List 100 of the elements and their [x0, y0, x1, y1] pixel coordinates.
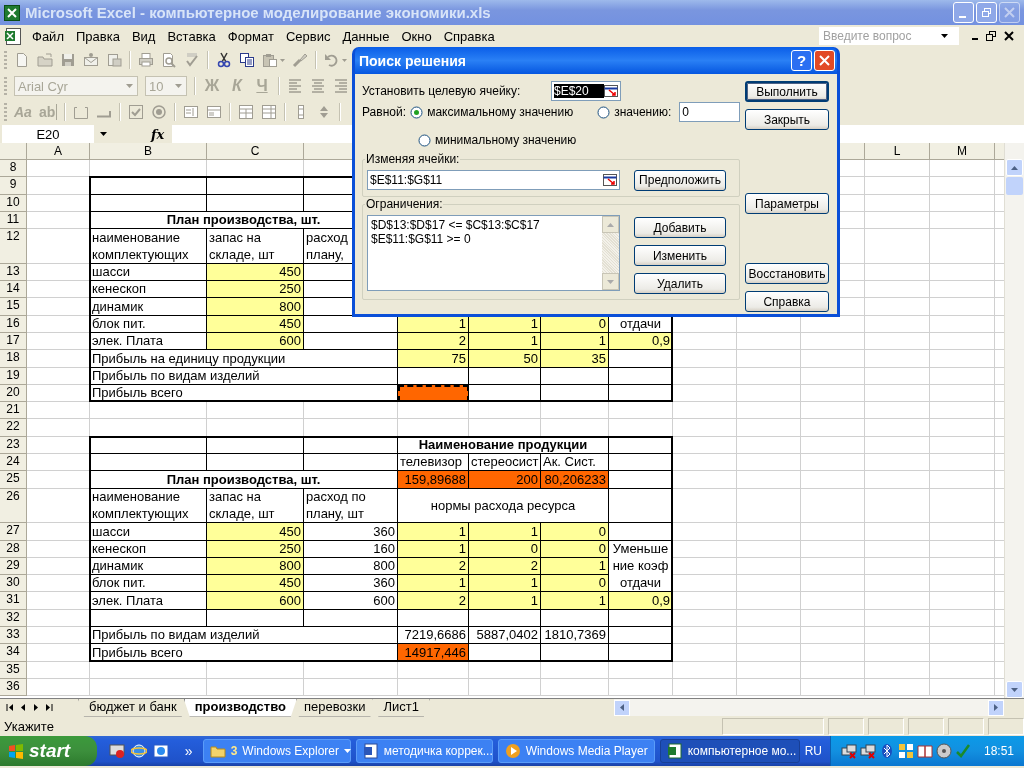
row-header[interactable]: 21 — [0, 402, 27, 420]
scroll-down-icon[interactable] — [607, 279, 614, 284]
row-header[interactable]: 12 — [0, 229, 27, 264]
folder-icon[interactable] — [37, 52, 53, 68]
toolbar-grip[interactable] — [4, 77, 7, 95]
row-header[interactable]: 8 — [0, 160, 27, 178]
column-header[interactable]: A — [27, 143, 90, 160]
row-header[interactable]: 26 — [0, 488, 27, 524]
previous-sheet-icon[interactable] — [19, 704, 27, 711]
target-cell-field[interactable]: $E$20 — [551, 81, 621, 101]
next-sheet-icon[interactable] — [32, 704, 40, 711]
scissors-icon[interactable] — [216, 52, 232, 68]
radio-option[interactable]: максимальному значению — [410, 105, 574, 119]
dialog-button[interactable]: Выполнить — [745, 81, 829, 102]
row-header[interactable]: 27 — [0, 523, 27, 541]
start-button[interactable]: start — [0, 736, 97, 766]
align-left-icon[interactable] — [287, 78, 303, 94]
printer-icon[interactable] — [138, 52, 154, 68]
monitor-icon[interactable] — [108, 743, 125, 759]
align-center-icon[interactable] — [310, 78, 326, 94]
close-icon[interactable] — [1004, 31, 1014, 41]
sheet-tab[interactable]: производство — [183, 698, 297, 717]
column-header[interactable]: C — [207, 143, 304, 160]
combo-box-icon[interactable] — [206, 104, 223, 120]
help-button[interactable]: ? — [791, 50, 812, 71]
dialog-button[interactable]: Восстановить — [745, 263, 829, 284]
name-box[interactable]: E20 — [2, 125, 94, 143]
radio-option[interactable]: минимальному значению — [418, 133, 577, 147]
check-icon[interactable] — [184, 52, 200, 68]
network-icon[interactable] — [859, 743, 876, 759]
menu-item[interactable]: Вид — [125, 26, 162, 46]
workbook-icon[interactable] — [4, 26, 22, 46]
value-field[interactable]: 0 — [679, 102, 740, 122]
range-picker-icon[interactable] — [603, 174, 617, 186]
menu-item[interactable]: Окно — [395, 26, 438, 46]
column-header[interactable]: L — [865, 143, 930, 160]
changing-cells-field[interactable]: $E$11:$G$11 — [367, 170, 620, 190]
taskbar-button[interactable]: Windows Media Player — [497, 739, 655, 763]
scroll-down-button[interactable] — [1006, 681, 1023, 698]
constraints-list[interactable]: $D$13:$D$17 <= $C$13:$C$17 $E$11:$G$11 >= 0 — [367, 215, 620, 291]
sheet-tab[interactable]: Лист1 — [372, 698, 430, 717]
select-all-button[interactable] — [0, 143, 27, 160]
row-header[interactable]: 9 — [0, 177, 27, 195]
radio-icon[interactable] — [410, 105, 424, 119]
row-header[interactable]: 33 — [0, 627, 27, 645]
row-header[interactable]: 18 — [0, 350, 27, 368]
menu-item[interactable]: Правка — [69, 26, 126, 46]
radio-icon[interactable] — [418, 133, 431, 147]
range-picker-icon[interactable] — [604, 85, 618, 97]
menu-item[interactable]: Формат — [221, 26, 280, 46]
row-header[interactable]: 25 — [0, 471, 27, 489]
dialog-button[interactable]: Параметры — [745, 193, 829, 214]
guess-button[interactable]: Предположить — [634, 169, 726, 191]
more-button[interactable]: » — [184, 743, 193, 759]
menu-item[interactable]: Данные — [336, 26, 396, 46]
menu-item[interactable]: Вставка — [161, 26, 222, 46]
grid-icon[interactable] — [897, 743, 914, 759]
close-button[interactable] — [814, 50, 835, 71]
scroll-thumb[interactable] — [1006, 177, 1023, 195]
table-icon[interactable] — [261, 104, 278, 120]
radio-icon[interactable] — [151, 104, 168, 120]
restore-icon[interactable] — [986, 31, 996, 41]
row-header[interactable]: 30 — [0, 575, 27, 593]
language-indicator[interactable]: RU — [804, 744, 822, 758]
document-icon[interactable] — [106, 52, 122, 68]
radio-icon[interactable] — [597, 105, 611, 119]
undo-icon[interactable] — [324, 52, 340, 68]
clipboard-icon[interactable] — [262, 52, 278, 68]
taskbar-button[interactable]: компьютерное мо... — [659, 739, 800, 763]
radio-option[interactable]: значению: — [597, 105, 672, 119]
constraint-button[interactable]: Удалить — [634, 273, 726, 294]
horizontal-scrollbar[interactable] — [614, 699, 1004, 716]
last-sheet-icon[interactable] — [45, 704, 53, 711]
globe-icon[interactable] — [130, 743, 147, 759]
book-icon[interactable] — [916, 743, 933, 759]
checkbox-icon[interactable] — [128, 104, 145, 120]
scroll-up-button[interactable] — [1006, 159, 1023, 176]
taskbar-button[interactable]: 3 Windows Explorer — [202, 739, 351, 763]
menu-item[interactable]: Справка — [437, 26, 501, 46]
row-header[interactable]: 22 — [0, 419, 27, 437]
toolbar-grip[interactable] — [4, 51, 7, 69]
spreadsheet-icon[interactable] — [4, 4, 20, 21]
disc-icon[interactable] — [935, 743, 952, 759]
constraint-button[interactable]: Изменить — [634, 245, 726, 266]
scroll-up-icon[interactable] — [607, 222, 614, 227]
row-header[interactable]: 31 — [0, 592, 27, 610]
row-header[interactable]: 15 — [0, 298, 27, 316]
row-header[interactable]: 24 — [0, 454, 27, 472]
menu-item[interactable]: Сервис — [279, 26, 337, 46]
preview-icon[interactable] — [161, 52, 177, 68]
window-icon[interactable] — [152, 743, 169, 759]
document-icon[interactable] — [14, 52, 30, 68]
row-header[interactable]: 34 — [0, 644, 27, 662]
brush-icon[interactable] — [292, 52, 308, 68]
row-header[interactable]: 14 — [0, 281, 27, 299]
save-icon[interactable] — [60, 52, 76, 68]
envelope-icon[interactable] — [83, 52, 99, 68]
network-icon[interactable] — [840, 743, 857, 759]
dialog-button[interactable]: Справка — [745, 291, 829, 312]
taskbar-button[interactable]: методичка коррек... — [355, 739, 493, 763]
